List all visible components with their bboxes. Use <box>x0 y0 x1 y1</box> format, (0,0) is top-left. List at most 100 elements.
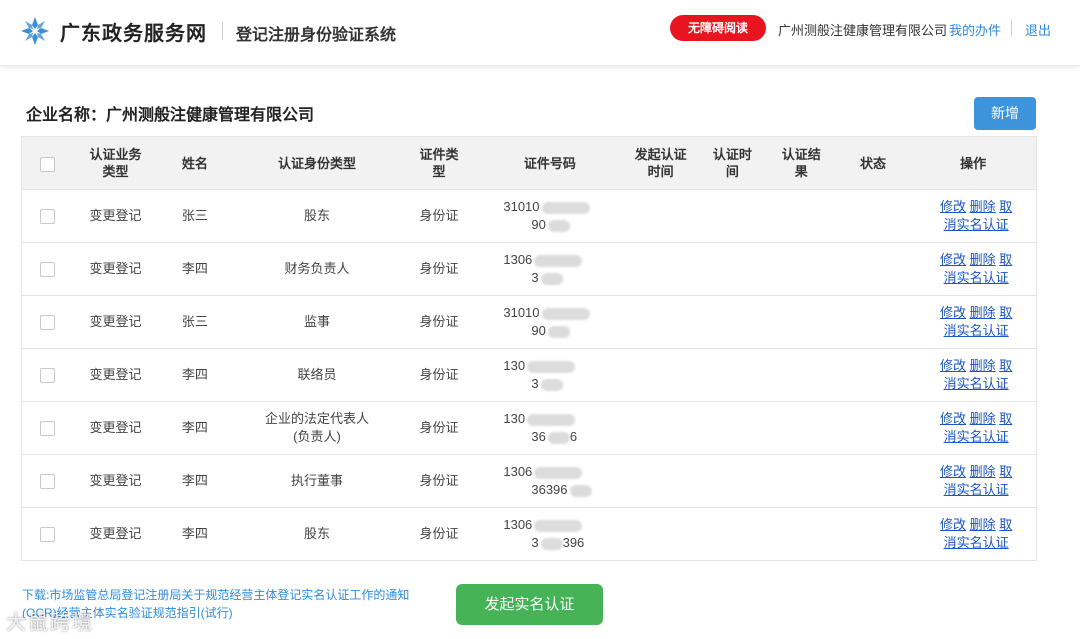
accessibility-button[interactable]: 无障碍阅读 <box>670 15 766 41</box>
id-number-part: 36396 <box>531 482 568 497</box>
id-number-part: 36 <box>531 429 546 444</box>
system-name: 登记注册身份验证系统 <box>236 27 397 44</box>
row-checkbox[interactable] <box>40 315 56 331</box>
start-auth-button[interactable]: 发起实名认证 <box>456 584 603 625</box>
watermark-text: 大鼠跨境 <box>6 612 94 634</box>
cell-id-type: 身份证 <box>401 348 477 402</box>
cell-auth-time <box>697 401 767 455</box>
col-status: 状态 <box>835 136 911 190</box>
cell-start-time <box>623 189 698 243</box>
site-name: 广东政务服务网 <box>60 23 207 45</box>
cell-status <box>835 242 911 296</box>
col-id-type: 证件类 型 <box>401 136 477 190</box>
delete-link[interactable]: 删除 <box>970 358 996 373</box>
select-all-checkbox[interactable] <box>40 156 56 172</box>
row-checkbox[interactable] <box>40 368 56 384</box>
cell-name: 李四 <box>157 507 233 561</box>
col-name: 姓名 <box>157 136 233 190</box>
cell-id-number: 130 36 6 <box>476 401 624 455</box>
cell-identity-type: 联络员 <box>232 348 402 402</box>
cell-start-time <box>623 295 698 349</box>
id-number-part: 90 <box>531 217 546 232</box>
cell-status <box>835 348 911 402</box>
edit-link[interactable]: 修改 <box>940 411 966 426</box>
cell-business-type: 变更登记 <box>73 401 158 455</box>
cell-status <box>835 401 911 455</box>
row-select-cell <box>21 242 74 296</box>
table-header-row: 认证业务 类型 姓名 认证身份类型 证件类 型 证件号码 发起认证 时间 认证时… <box>21 136 1037 190</box>
col-auth-time: 认证时 间 <box>697 136 767 190</box>
redaction-blur <box>541 201 590 214</box>
cell-identity-type: 企业的法定代表人 (负责人) <box>232 401 402 455</box>
id-number-part: 130 <box>503 358 526 373</box>
col-start-time: 发起认证 时间 <box>623 136 698 190</box>
id-number-part: 1306 <box>503 464 533 479</box>
row-checkbox[interactable] <box>40 527 56 543</box>
id-number-part: 396 <box>562 535 585 550</box>
redaction-blur <box>527 360 576 373</box>
row-checkbox[interactable] <box>40 421 56 437</box>
id-number-part: 3 <box>531 535 539 550</box>
row-checkbox[interactable] <box>40 262 56 278</box>
delete-link[interactable]: 删除 <box>970 199 996 214</box>
id-number-part: 31010 <box>503 305 540 320</box>
cell-name: 李四 <box>157 348 233 402</box>
cell-start-time <box>623 401 698 455</box>
cell-business-type: 变更登记 <box>73 242 158 296</box>
redaction-blur <box>540 378 563 391</box>
company-name-heading: 企业名称：广州测般注健康管理有限公司 <box>26 107 315 124</box>
redaction-blur <box>527 413 576 426</box>
cell-start-time <box>623 348 698 402</box>
cell-actions: 修改 删除 取消实名认证 <box>910 295 1037 349</box>
delete-link[interactable]: 删除 <box>970 411 996 426</box>
cell-actions: 修改 删除 取消实名认证 <box>910 454 1037 508</box>
delete-link[interactable]: 删除 <box>970 252 996 267</box>
row-checkbox[interactable] <box>40 474 56 490</box>
id-number-part: 130 <box>503 411 526 426</box>
row-checkbox[interactable] <box>40 209 56 225</box>
table-row: 变更登记 李四 联络员 身份证 130 3 修改 删除 取消实名认证 <box>21 348 1037 402</box>
cell-status <box>835 189 911 243</box>
logout-link[interactable]: 退出 <box>1025 20 1051 39</box>
delete-link[interactable]: 删除 <box>970 464 996 479</box>
cell-id-number: 31010 90 <box>476 189 624 243</box>
cell-result <box>766 189 836 243</box>
delete-link[interactable]: 删除 <box>970 517 996 532</box>
cell-id-type: 身份证 <box>401 189 477 243</box>
cell-start-time <box>623 507 698 561</box>
redaction-blur <box>540 537 563 550</box>
cell-auth-time <box>697 507 767 561</box>
col-result: 认证结 果 <box>766 136 836 190</box>
cell-result <box>766 401 836 455</box>
add-button[interactable]: 新增 <box>974 97 1036 130</box>
edit-link[interactable]: 修改 <box>940 305 966 320</box>
edit-link[interactable]: 修改 <box>940 199 966 214</box>
delete-link[interactable]: 删除 <box>970 305 996 320</box>
col-id-number: 证件号码 <box>476 136 624 190</box>
cell-status <box>835 454 911 508</box>
my-tasks-link[interactable]: 我的办件 <box>949 20 1001 39</box>
edit-link[interactable]: 修改 <box>940 517 966 532</box>
cell-business-type: 变更登记 <box>73 295 158 349</box>
redaction-blur <box>534 466 583 479</box>
col-actions: 操作 <box>910 136 1037 190</box>
cell-id-number: 130 3 <box>476 348 624 402</box>
edit-link[interactable]: 修改 <box>940 464 966 479</box>
edit-link[interactable]: 修改 <box>940 252 966 267</box>
guangdong-gov-logo-icon <box>21 17 49 45</box>
cell-id-type: 身份证 <box>401 507 477 561</box>
cell-id-number: 1306 36396 <box>476 454 624 508</box>
header-company-name: 广州测般注健康管理有限公司 <box>778 23 948 38</box>
redaction-blur <box>540 272 563 285</box>
redaction-blur <box>547 219 570 232</box>
select-all-cell <box>21 136 74 190</box>
row-select-cell <box>21 295 74 349</box>
cell-result <box>766 242 836 296</box>
table-row: 变更登记 李四 执行董事 身份证 1306 36396 修改 删除 取消实名认证 <box>21 454 1037 508</box>
col-identity-type: 认证身份类型 <box>232 136 402 190</box>
edit-link[interactable]: 修改 <box>940 358 966 373</box>
cell-actions: 修改 删除 取消实名认证 <box>910 242 1037 296</box>
row-select-cell <box>21 401 74 455</box>
table-row: 变更登记 李四 财务负责人 身份证 1306 3 修改 删除 取消实名认证 <box>21 242 1037 296</box>
cell-business-type: 变更登记 <box>73 348 158 402</box>
